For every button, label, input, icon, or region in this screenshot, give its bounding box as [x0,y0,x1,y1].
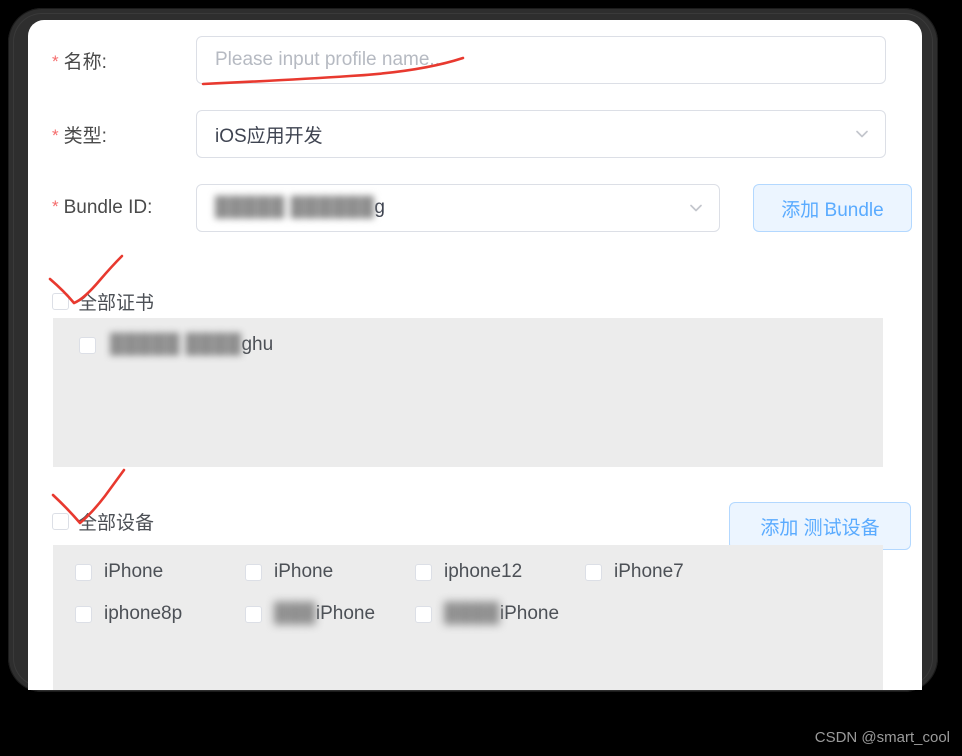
label-name: * 名称: [28,47,196,74]
select-all-devices-label: 全部设备 [78,513,155,534]
device-checkbox[interactable] [415,563,432,581]
certificates-list-panel: █████ ████ ghu [53,318,883,467]
device-checkbox[interactable] [245,563,262,581]
device-name-redacted: ███ [274,603,316,624]
label-type: * 类型: [28,121,196,148]
chevron-down-icon[interactable] [687,199,705,217]
list-item[interactable]: ████ iPhone [415,603,585,625]
device-name: iPhone7 [614,561,684,583]
bundle-id-select[interactable]: █████ ██████ g [196,184,720,232]
list-item[interactable]: iPhone7 [585,561,755,583]
profile-name-input[interactable]: Please input profile name... [196,36,886,84]
form-row-type: * 类型: iOS应用开发 [28,110,922,158]
list-item[interactable]: iphone12 [415,561,585,583]
required-asterisk-bundle: * [52,197,59,216]
profile-name-placeholder: Please input profile name... [215,49,446,70]
form-row-bundle-id: * Bundle ID: █████ ██████ g 添加 Bundle [28,184,922,232]
profile-form-panel: * 名称: Please input profile name... * 类型: i… [28,20,922,690]
device-name-text: iPhone [315,603,376,624]
label-type-text: 类型: [63,125,107,147]
bundle-id-value-redacted: █████ ██████ [215,197,375,218]
list-item[interactable]: iPhone [75,561,245,583]
certificate-checkbox[interactable] [79,336,96,354]
device-name-text: iphone8p [104,603,183,624]
device-name-text: iPhone [104,561,164,582]
certificate-name-redacted: █████ ████ [110,334,242,355]
device-checkbox[interactable] [75,563,92,581]
device-name-redacted: ████ [444,603,500,624]
chevron-down-icon[interactable] [853,125,871,143]
device-name: iphone8p [104,603,182,625]
label-name-text: 名称: [63,51,107,73]
select-all-certificates-label: 全部证书 [78,293,155,314]
device-name: ████ iPhone [444,603,559,625]
device-checkbox[interactable] [585,563,602,581]
device-name: ███ iPhone [274,603,375,625]
list-item[interactable]: ███ iPhone [245,603,415,625]
csdn-watermark: CSDN @smart_cool [814,729,950,746]
device-checkbox[interactable] [75,605,92,623]
device-name: iphone12 [444,561,522,583]
add-test-device-button[interactable]: 添加 测试设备 [729,502,911,550]
bundle-id-value-suffix: g [374,197,385,218]
select-all-certificates-checkbox[interactable] [52,293,69,310]
select-all-certificates[interactable]: 全部证书 [52,288,154,315]
select-all-devices[interactable]: 全部设备 [52,508,154,535]
device-name: iPhone [104,561,163,583]
devices-grid: iPhone iPhone iphone12 iPhone7 iphone8p … [75,561,873,625]
device-name-text: iphone12 [444,561,523,582]
label-bundle-id-text: Bundle ID: [63,197,153,218]
certificate-name: █████ ████ ghu [110,334,273,356]
required-asterisk-type: * [52,125,59,145]
list-item[interactable]: █████ ████ ghu [79,334,273,356]
list-item[interactable]: iPhone [245,561,415,583]
device-name-text: iPhone [274,561,334,582]
device-checkbox[interactable] [415,605,432,623]
list-item[interactable]: iphone8p [75,603,245,625]
screenshot-frame: * 名称: Please input profile name... * 类型: i… [0,0,962,756]
label-bundle-id: * Bundle ID: [28,197,196,219]
required-asterisk-name: * [52,51,59,71]
devices-section-header: 全部设备 添加 测试设备 [28,502,922,550]
device-name: iPhone [274,561,333,583]
devices-list-panel: iPhone iPhone iphone12 iPhone7 iphone8p … [53,545,883,690]
device-name-text: iPhone7 [614,561,684,582]
profile-type-value: iOS应用开发 [215,125,323,147]
certificate-name-suffix: ghu [241,334,274,355]
select-all-devices-checkbox[interactable] [52,513,69,530]
add-bundle-button[interactable]: 添加 Bundle [753,184,912,232]
device-name-text: iPhone [499,603,560,624]
profile-type-select[interactable]: iOS应用开发 [196,110,886,158]
device-checkbox[interactable] [245,605,262,623]
form-row-name: * 名称: Please input profile name... [28,36,922,84]
